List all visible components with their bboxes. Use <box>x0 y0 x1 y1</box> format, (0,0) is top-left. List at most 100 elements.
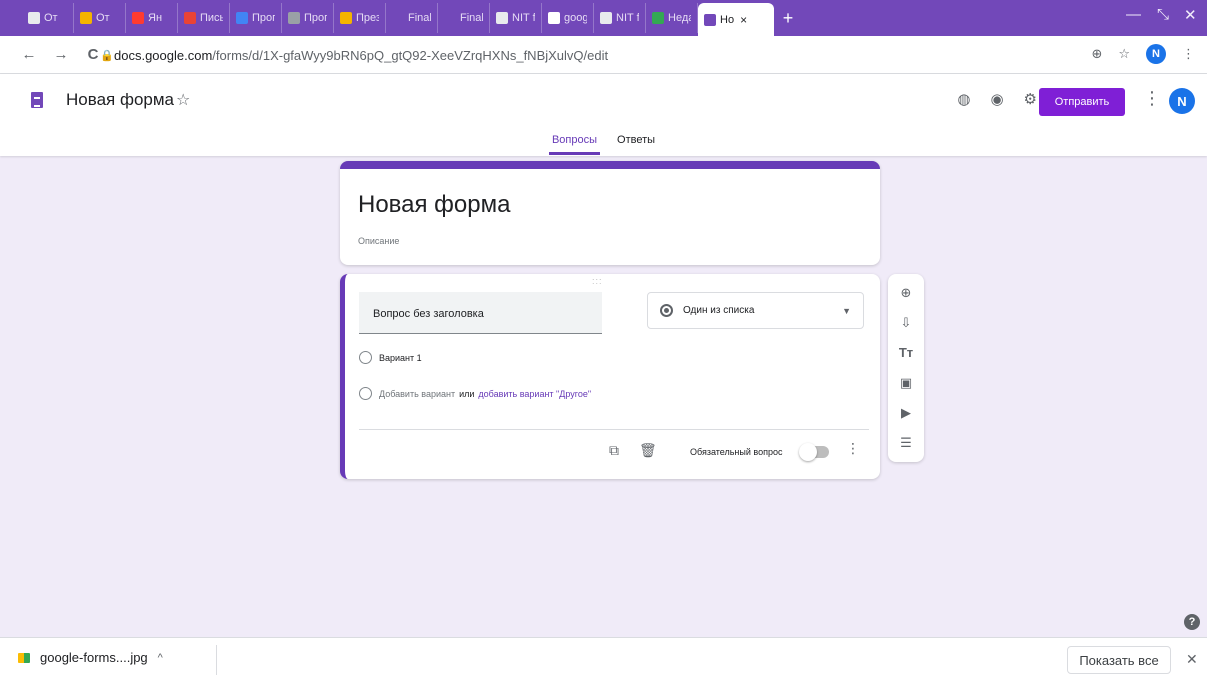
add-title-icon[interactable]: Tт <box>899 343 913 362</box>
tab-favicon-icon <box>236 12 248 24</box>
or-text: или <box>459 388 475 399</box>
browser-tab[interactable]: От <box>22 3 74 33</box>
restore-icon[interactable]: ⤡ <box>1157 6 1169 23</box>
chevron-up-icon[interactable]: ^ <box>158 652 163 664</box>
trash-icon[interactable]: 🗑 <box>639 442 657 459</box>
browser-tab[interactable]: googl <box>542 3 594 33</box>
add-option-row: Добавить вариант или добавить вариант "Д… <box>359 387 591 400</box>
tab-favicon-icon <box>132 12 144 24</box>
star-icon[interactable]: ☆ <box>176 90 190 110</box>
tab-favicon-icon <box>392 12 404 24</box>
tab-favicon-icon <box>80 12 92 24</box>
tab-title: Final <box>460 12 483 24</box>
show-all-button[interactable]: Показать все <box>1067 646 1171 674</box>
side-toolbar: ⊕ ⇩ Tт ▣ ▶ ☰ <box>888 274 924 462</box>
question-more-icon[interactable]: ⋮ <box>846 440 860 457</box>
tab-title: Недав <box>668 12 691 24</box>
browser-menu-icon[interactable]: ⋮ <box>1182 46 1195 62</box>
add-section-icon[interactable]: ☰ <box>900 433 912 452</box>
tab-title: Презе <box>356 12 379 24</box>
duplicate-icon[interactable]: ⧉ <box>609 442 619 459</box>
new-tab-button[interactable]: + <box>774 8 802 29</box>
browser-tab[interactable]: NIT fo <box>594 3 646 33</box>
add-other-link[interactable]: добавить вариант "Другое" <box>478 389 591 399</box>
browser-tab-strip: От От Ян Письм Прогр Прогр Презе Final Final NIT … <box>0 0 1207 36</box>
tab-title: Прогр <box>304 12 327 24</box>
form-title[interactable]: Новая форма <box>358 191 510 219</box>
avatar[interactable]: N <box>1169 88 1195 114</box>
drag-handle-icon[interactable]: ::: <box>592 276 603 286</box>
lock-icon: 🔒 <box>100 49 114 62</box>
browser-tab-active[interactable]: Но × <box>698 3 774 36</box>
tab-questions[interactable]: Вопросы <box>548 132 601 155</box>
radio-icon <box>359 387 372 400</box>
more-vert-icon[interactable]: ⋮ <box>1143 88 1161 109</box>
image-file-icon <box>18 652 30 663</box>
browser-toolbar: ← → C 🔒 docs.google.com/forms/d/1X-gfaWy… <box>0 36 1207 74</box>
tab-favicon-icon <box>496 12 508 24</box>
add-video-icon[interactable]: ▶ <box>901 403 911 422</box>
close-tab-icon[interactable]: × <box>740 13 747 27</box>
browser-profile-avatar[interactable]: N <box>1146 44 1166 64</box>
tab-title: googl <box>564 12 587 24</box>
radio-type-icon <box>660 304 673 317</box>
browser-tab[interactable]: От <box>74 3 126 33</box>
form-description[interactable]: Описание <box>358 236 399 246</box>
question-type-select[interactable]: Один из списка ▼ <box>647 292 864 329</box>
browser-tab[interactable]: Final <box>438 3 490 33</box>
forms-header: Новая форма ☆ ◍ ◉ ⚙ Отправить ⋮ N Вопрос… <box>0 74 1207 156</box>
tab-title: Ян <box>148 12 163 24</box>
required-toggle[interactable] <box>799 443 829 461</box>
add-option-link[interactable]: Добавить вариант <box>379 389 455 399</box>
help-icon[interactable]: ? <box>1184 614 1200 630</box>
close-icon[interactable]: ✕ <box>1186 651 1198 668</box>
browser-tab[interactable]: Прогр <box>230 3 282 33</box>
back-icon[interactable]: ← <box>18 46 40 63</box>
close-window-icon[interactable]: ✕ <box>1184 6 1197 24</box>
browser-tab[interactable]: Ян <box>126 3 178 33</box>
browser-tab[interactable]: Презе <box>334 3 386 33</box>
question-card: ::: Вопрос без заголовка Один из списка … <box>340 274 880 479</box>
forward-icon[interactable]: → <box>50 46 72 63</box>
settings-gear-icon[interactable]: ⚙ <box>1024 90 1037 108</box>
tab-favicon-icon <box>444 12 456 24</box>
forms-logo-icon[interactable] <box>31 92 43 108</box>
tab-favicon-icon <box>28 12 40 24</box>
minimize-icon[interactable]: — <box>1126 6 1141 23</box>
address-bar[interactable]: 🔒 docs.google.com/forms/d/1X-gfaWyy9bRN6… <box>100 42 1100 68</box>
browser-tab[interactable]: NIT fo <box>490 3 542 33</box>
downloads-bar: google-forms....jpg ^ Показать все ✕ <box>0 637 1207 682</box>
import-questions-icon[interactable]: ⇩ <box>901 313 912 332</box>
download-item[interactable]: google-forms....jpg ^ <box>18 650 163 665</box>
url-host: docs.google.com <box>114 47 213 63</box>
tab-favicon-icon <box>600 12 612 24</box>
radio-icon <box>359 351 372 364</box>
tab-title: От <box>96 12 110 24</box>
option-label[interactable]: Вариант 1 <box>379 353 422 363</box>
tab-responses[interactable]: Ответы <box>614 132 658 155</box>
option-row[interactable]: Вариант 1 <box>359 351 422 364</box>
tab-favicon-icon <box>340 12 352 24</box>
add-question-icon[interactable]: ⊕ <box>901 283 912 302</box>
question-title-input[interactable]: Вопрос без заголовка <box>359 292 602 334</box>
add-image-icon[interactable]: ▣ <box>900 373 912 392</box>
required-label: Обязательный вопрос <box>690 447 783 457</box>
palette-icon[interactable]: ◍ <box>957 90 970 108</box>
bookmark-star-icon[interactable]: ☆ <box>1118 46 1130 62</box>
document-title[interactable]: Новая форма <box>66 90 174 110</box>
browser-tab[interactable]: Прогр <box>282 3 334 33</box>
dropdown-caret-icon: ▼ <box>842 306 851 316</box>
tab-title: NIT fo <box>512 12 535 24</box>
preview-eye-icon[interactable]: ◉ <box>990 90 1003 108</box>
download-file-name: google-forms....jpg <box>40 650 148 665</box>
browser-tab[interactable]: Final <box>386 3 438 33</box>
browser-tab[interactable]: Недав <box>646 3 698 33</box>
url-path: /forms/d/1X-gfaWyy9bRN6pQ_gtQ92-XeeVZrqH… <box>212 47 609 63</box>
tab-title: Но <box>720 13 735 26</box>
tab-title: Прогр <box>252 12 275 24</box>
forms-favicon-icon <box>704 13 716 26</box>
zoom-icon[interactable]: ⊕ <box>1091 46 1102 62</box>
tab-favicon-icon <box>288 12 300 24</box>
send-button[interactable]: Отправить <box>1039 88 1125 116</box>
browser-tab[interactable]: Письм <box>178 3 230 33</box>
